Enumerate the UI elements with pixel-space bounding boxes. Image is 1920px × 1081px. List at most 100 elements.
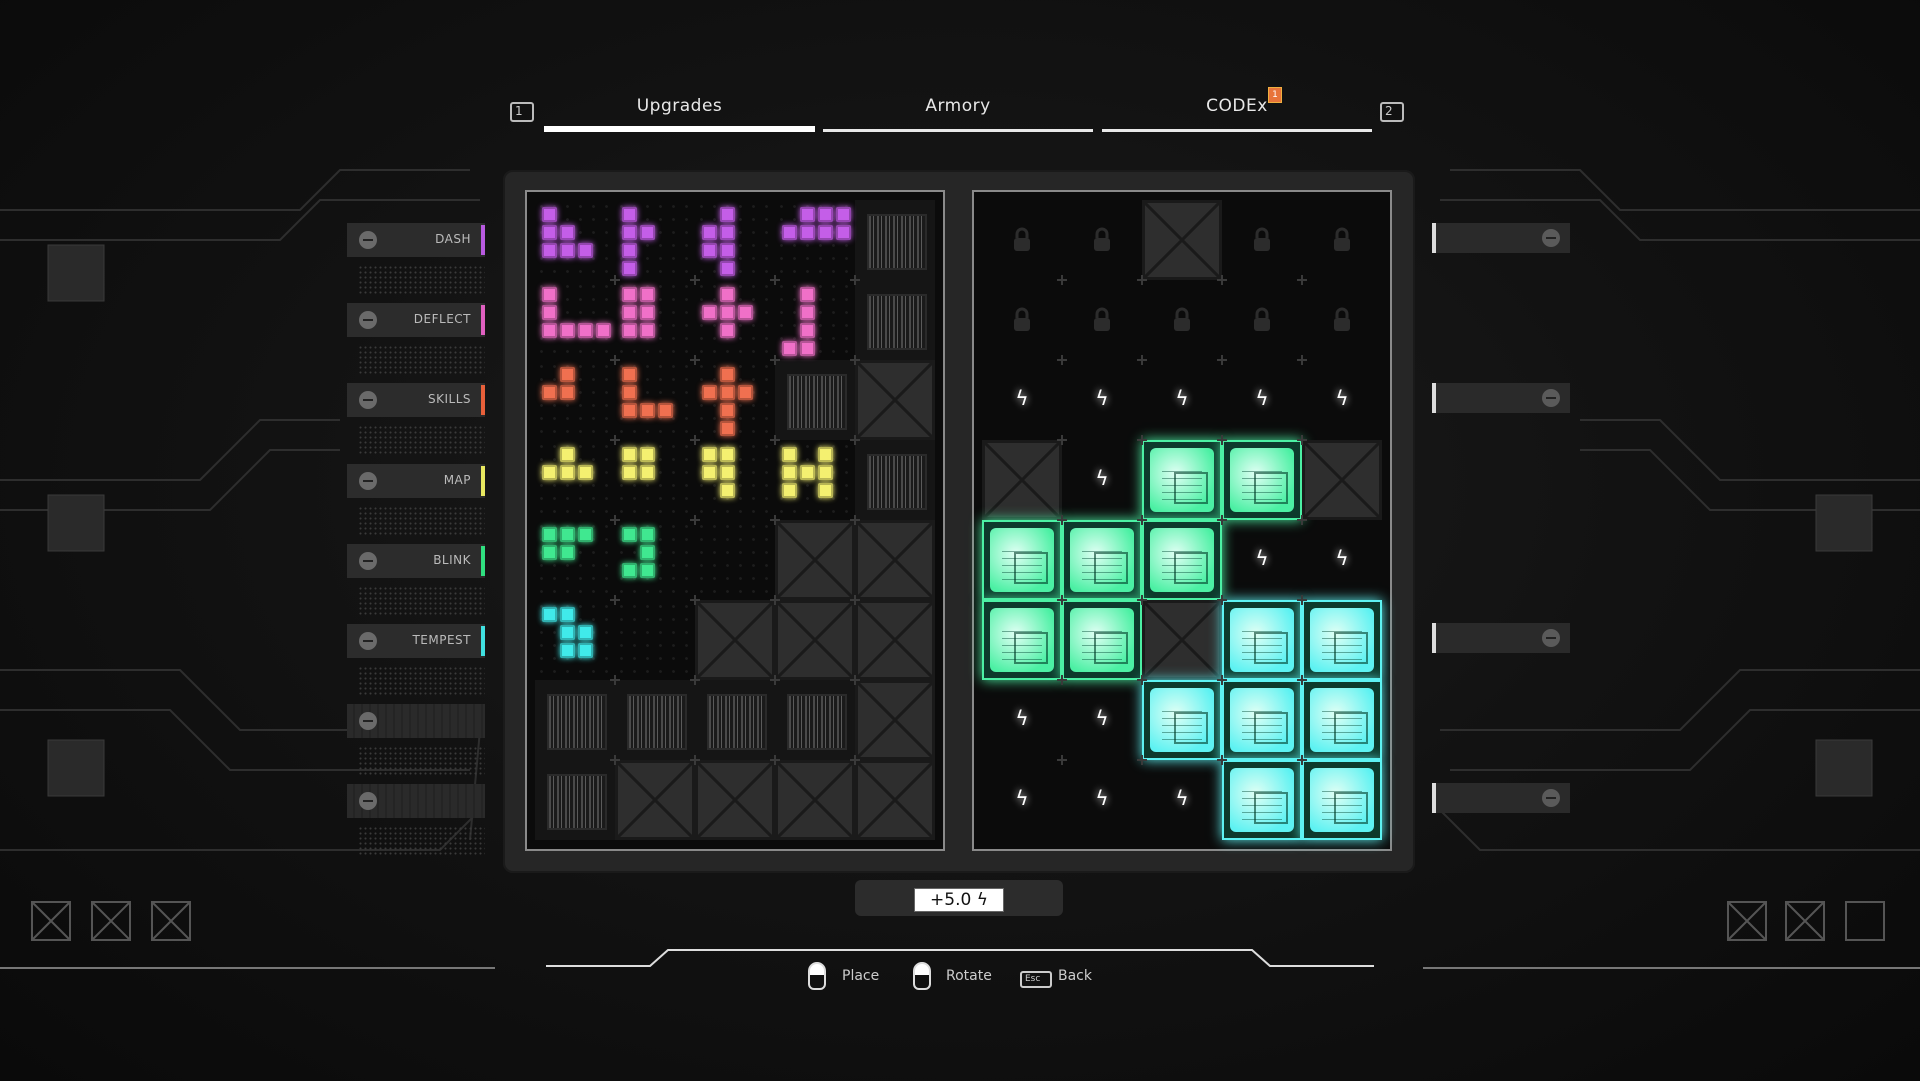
- piece-block: [578, 625, 593, 640]
- slot-bar[interactable]: [1432, 223, 1570, 253]
- piece-block: [836, 225, 851, 240]
- installed-module-green[interactable]: [1222, 440, 1302, 520]
- piece-block: [560, 243, 575, 258]
- grid-cross-marker: [1057, 355, 1067, 365]
- piece-block: [622, 243, 637, 258]
- sidebar-item[interactable]: DEFLECT: [347, 303, 485, 338]
- installed-module-cyan[interactable]: [1142, 680, 1222, 760]
- installed-module-cyan[interactable]: [1222, 680, 1302, 760]
- locked-slot: [982, 200, 1062, 280]
- slot-bar[interactable]: [1432, 623, 1570, 653]
- installed-module-cyan[interactable]: [1222, 600, 1302, 680]
- installed-module-cyan[interactable]: [1222, 760, 1302, 840]
- installed-module-green[interactable]: [982, 600, 1062, 680]
- grid-cross-marker: [610, 755, 620, 765]
- blocked-slot: [1142, 200, 1222, 280]
- tab-armory[interactable]: Armory: [823, 96, 1093, 132]
- installed-module-cyan[interactable]: [1302, 680, 1382, 760]
- grid-cross-marker: [1297, 595, 1307, 605]
- minus-icon[interactable]: [359, 632, 377, 650]
- minus-icon[interactable]: [1542, 229, 1560, 247]
- empty-slot: [535, 360, 615, 440]
- minus-icon[interactable]: [359, 551, 377, 570]
- pattern-preview: [358, 585, 485, 616]
- chip-icon: [1254, 632, 1288, 664]
- prev-tab-key[interactable]: 1: [510, 102, 534, 122]
- installed-module-cyan[interactable]: [1302, 600, 1382, 680]
- sidebar-item[interactable]: DASH: [347, 223, 485, 257]
- circuit-board-icon: [1150, 688, 1214, 752]
- sidebar-item[interactable]: TEMPEST: [347, 624, 485, 658]
- sidebar-item[interactable]: SKILLS: [347, 383, 485, 418]
- upgrade-board-grid[interactable]: ϟ ϟ ϟ ϟ ϟ ϟ ϟ ϟ ϟ ϟ ϟ ϟ ϟ: [972, 190, 1392, 851]
- sidebar-item[interactable]: [347, 704, 485, 739]
- minus-icon[interactable]: [1542, 629, 1560, 647]
- slot-bar[interactable]: [1432, 383, 1570, 413]
- minus-icon[interactable]: [359, 231, 377, 249]
- piece-block: [782, 341, 797, 356]
- control-back[interactable]: Back: [1058, 968, 1092, 984]
- piece-block: [560, 323, 575, 338]
- category-color-strip: [481, 225, 485, 255]
- installed-module-cyan[interactable]: [1302, 760, 1382, 840]
- chip-icon: [1014, 552, 1048, 584]
- minus-icon[interactable]: [359, 792, 377, 811]
- lightning-icon: ϟ: [1175, 386, 1189, 410]
- sidebar-item-label: TEMPEST: [412, 633, 471, 647]
- minus-icon[interactable]: [1542, 389, 1560, 407]
- sidebar-item[interactable]: [347, 784, 485, 819]
- grid-cross-marker: [770, 435, 780, 445]
- piece-block: [578, 527, 593, 542]
- minus-icon[interactable]: [1542, 789, 1560, 807]
- piece-block: [720, 287, 735, 302]
- blocked-slot: [855, 680, 935, 760]
- grid-cross-marker: [610, 435, 620, 445]
- sidebar-item[interactable]: BLINK: [347, 543, 485, 578]
- sidebar-item-label: MAP: [443, 472, 471, 487]
- blocked-slot: [855, 520, 935, 600]
- grid-cross-marker: [1137, 595, 1147, 605]
- piece-block: [542, 545, 557, 560]
- grid-cross-marker: [850, 275, 860, 285]
- chip-icon: [1174, 712, 1208, 744]
- circuit-board-icon: [990, 608, 1054, 672]
- circuit-board-icon: [1230, 688, 1294, 752]
- minus-icon[interactable]: [359, 471, 377, 490]
- piece-block: [622, 323, 637, 338]
- barcode-icon: [627, 694, 687, 750]
- inventory-grid[interactable]: [525, 190, 945, 851]
- lightning-icon: ϟ: [1255, 546, 1269, 570]
- sidebar-item[interactable]: MAP: [347, 463, 485, 498]
- piece-block: [542, 225, 557, 240]
- installed-module-green[interactable]: [1062, 520, 1142, 600]
- installed-module-green[interactable]: [1062, 600, 1142, 680]
- lightning-icon: ϟ: [1095, 466, 1109, 490]
- grid-cross-marker: [1137, 275, 1147, 285]
- piece-block: [542, 607, 557, 622]
- locked-slot-barcode: [695, 680, 775, 760]
- barcode-icon: [867, 214, 927, 270]
- blocked-slot: [695, 760, 775, 840]
- slot-bar[interactable]: [1432, 783, 1570, 813]
- locked-slot-barcode: [535, 680, 615, 760]
- piece-block: [640, 563, 655, 578]
- power-slot: ϟ: [1062, 760, 1142, 840]
- grid-cross-marker: [850, 675, 860, 685]
- category-color-strip: [481, 385, 485, 416]
- grid-cross-marker: [850, 595, 860, 605]
- piece-block: [622, 261, 637, 276]
- installed-module-green[interactable]: [982, 520, 1062, 600]
- next-tab-key[interactable]: 2: [1380, 102, 1404, 122]
- minus-icon[interactable]: [359, 311, 377, 330]
- minus-icon[interactable]: [359, 391, 377, 410]
- tab-codex[interactable]: CODEx: [1102, 96, 1372, 132]
- minus-icon[interactable]: [359, 712, 377, 731]
- grid-cross-marker: [1297, 355, 1307, 365]
- tab-upgrades[interactable]: Upgrades: [544, 96, 815, 132]
- control-place: Place: [842, 968, 880, 984]
- piece-block: [640, 545, 655, 560]
- installed-module-green[interactable]: [1142, 520, 1222, 600]
- installed-module-green[interactable]: [1142, 440, 1222, 520]
- chip-icon: [1174, 552, 1208, 584]
- sidebar-item-label: DASH: [435, 232, 471, 246]
